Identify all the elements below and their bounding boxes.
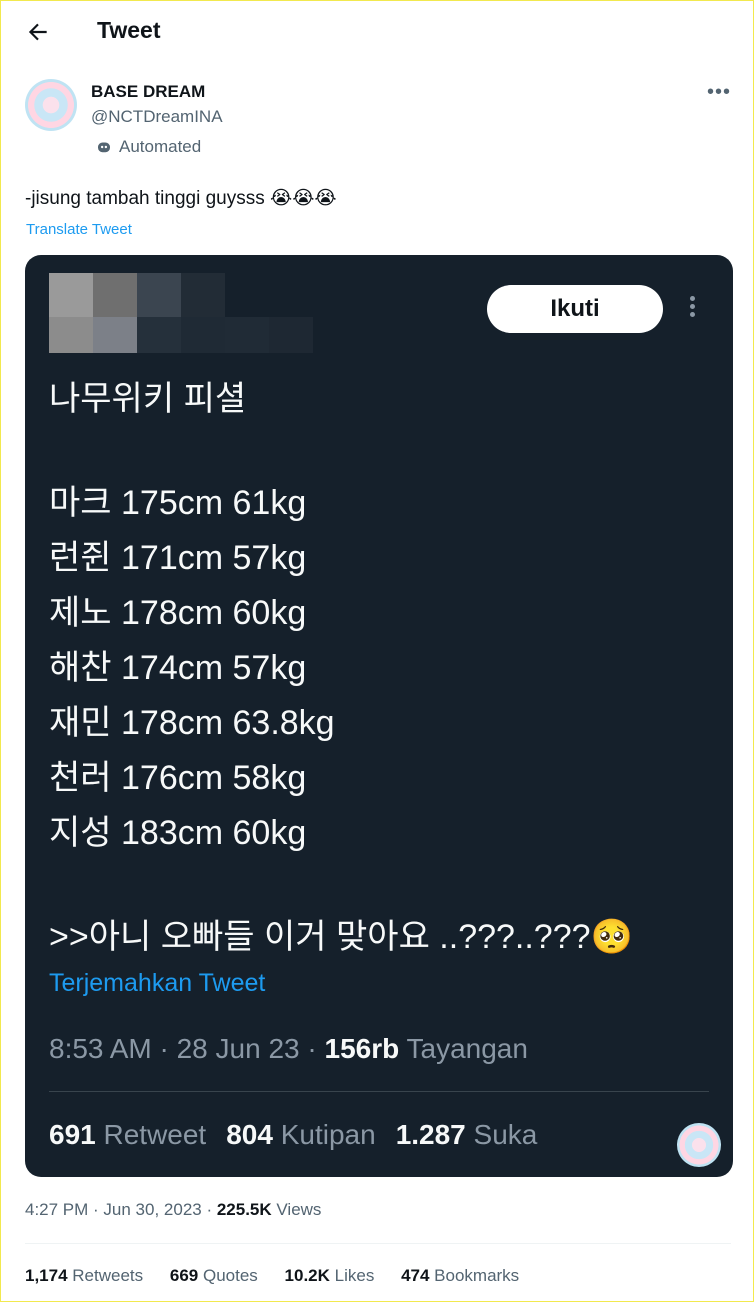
embed-line: 제노 178cm 60kg xyxy=(49,594,307,632)
embed-line: 런쥔 171cm 57kg xyxy=(49,539,307,577)
embed-quotes-count: 804 xyxy=(226,1119,273,1150)
embed-line: 재민 178cm 63.8kg xyxy=(49,704,335,742)
tweet-timestamp: 4:27 PM · Jun 30, 2023 · 225.5K Views xyxy=(25,1200,321,1220)
automated-text: Automated xyxy=(119,137,202,156)
retweets-stat[interactable]: 1,174 Retweets xyxy=(25,1266,143,1285)
top-bar: Tweet xyxy=(1,1,753,63)
automated-label: Automated xyxy=(95,137,201,157)
embed-translate-link[interactable]: Terjemahkan Tweet xyxy=(49,969,265,998)
embed-time: 8:53 AM · 28 Jun 23 · xyxy=(49,1033,325,1064)
embed-line: 해찬 174cm 57kg xyxy=(49,649,307,687)
embed-retweets-label: Retweet xyxy=(95,1119,207,1150)
bookmarks-count: 474 xyxy=(401,1266,430,1285)
translate-tweet-link[interactable]: Translate Tweet xyxy=(26,221,132,238)
author-handle[interactable]: @NCTDreamINA xyxy=(91,107,223,127)
embedded-screenshot[interactable]: Ikuti 나무위키 피셜 마크 175cm 61kg 런쥔 171cm 57k… xyxy=(25,255,733,1177)
tweet-text: -jisung tambah tinggi guysss 😭😭😭 xyxy=(25,188,337,209)
more-options-icon[interactable]: ••• xyxy=(707,81,731,104)
page-title: Tweet xyxy=(97,17,161,43)
likes-label: Likes xyxy=(329,1266,375,1285)
quotes-stat[interactable]: 669 Quotes xyxy=(170,1266,258,1285)
embed-stats: 691 Retweet 804 Kutipan 1.287 Suka xyxy=(49,1119,537,1151)
embed-avatar xyxy=(677,1123,721,1167)
embed-line: >>아니 오빠들 이거 맞아요 ..???..???🥺 xyxy=(49,918,633,956)
embed-divider xyxy=(49,1091,709,1092)
embed-line: 지성 183cm 60kg xyxy=(49,814,307,852)
tweet-stats: 1,174 Retweets 669 Quotes 10.2K Likes 47… xyxy=(25,1266,541,1286)
embed-likes-count: 1.287 xyxy=(395,1119,466,1150)
views-label: Views xyxy=(271,1200,322,1219)
bot-icon xyxy=(98,142,110,153)
avatar[interactable] xyxy=(25,79,77,131)
author-name[interactable]: BASE DREAM xyxy=(91,82,205,102)
embed-retweets-count: 691 xyxy=(49,1119,96,1150)
embed-quotes-label: Kutipan xyxy=(272,1119,376,1150)
bookmarks-stat[interactable]: 474 Bookmarks xyxy=(401,1266,519,1285)
arrow-left-icon[interactable] xyxy=(25,19,51,45)
embed-meta: 8:53 AM · 28 Jun 23 · 156rb Tayangan xyxy=(49,1033,528,1065)
embed-views-label: Tayangan xyxy=(399,1033,528,1064)
embed-line: 마크 175cm 61kg xyxy=(49,484,307,522)
embed-line: 천러 176cm 58kg xyxy=(49,759,307,797)
embed-more-icon[interactable] xyxy=(687,293,699,323)
retweets-label: Retweets xyxy=(67,1266,144,1285)
retweets-count: 1,174 xyxy=(25,1266,68,1285)
likes-count: 10.2K xyxy=(284,1266,330,1285)
embed-line: 나무위키 피셜 xyxy=(49,380,247,418)
timestamp-text[interactable]: 4:27 PM · Jun 30, 2023 · xyxy=(25,1200,217,1219)
blurred-profile xyxy=(49,273,313,355)
follow-button[interactable]: Ikuti xyxy=(487,285,663,333)
embed-views-count: 156rb xyxy=(324,1033,400,1064)
views-count: 225.5K xyxy=(216,1200,272,1219)
likes-stat[interactable]: 10.2K Likes xyxy=(285,1266,375,1285)
bookmarks-label: Bookmarks xyxy=(429,1266,520,1285)
divider xyxy=(25,1243,731,1244)
quotes-label: Quotes xyxy=(198,1266,258,1285)
quotes-count: 669 xyxy=(169,1266,199,1285)
embed-likes-label: Suka xyxy=(465,1119,538,1150)
